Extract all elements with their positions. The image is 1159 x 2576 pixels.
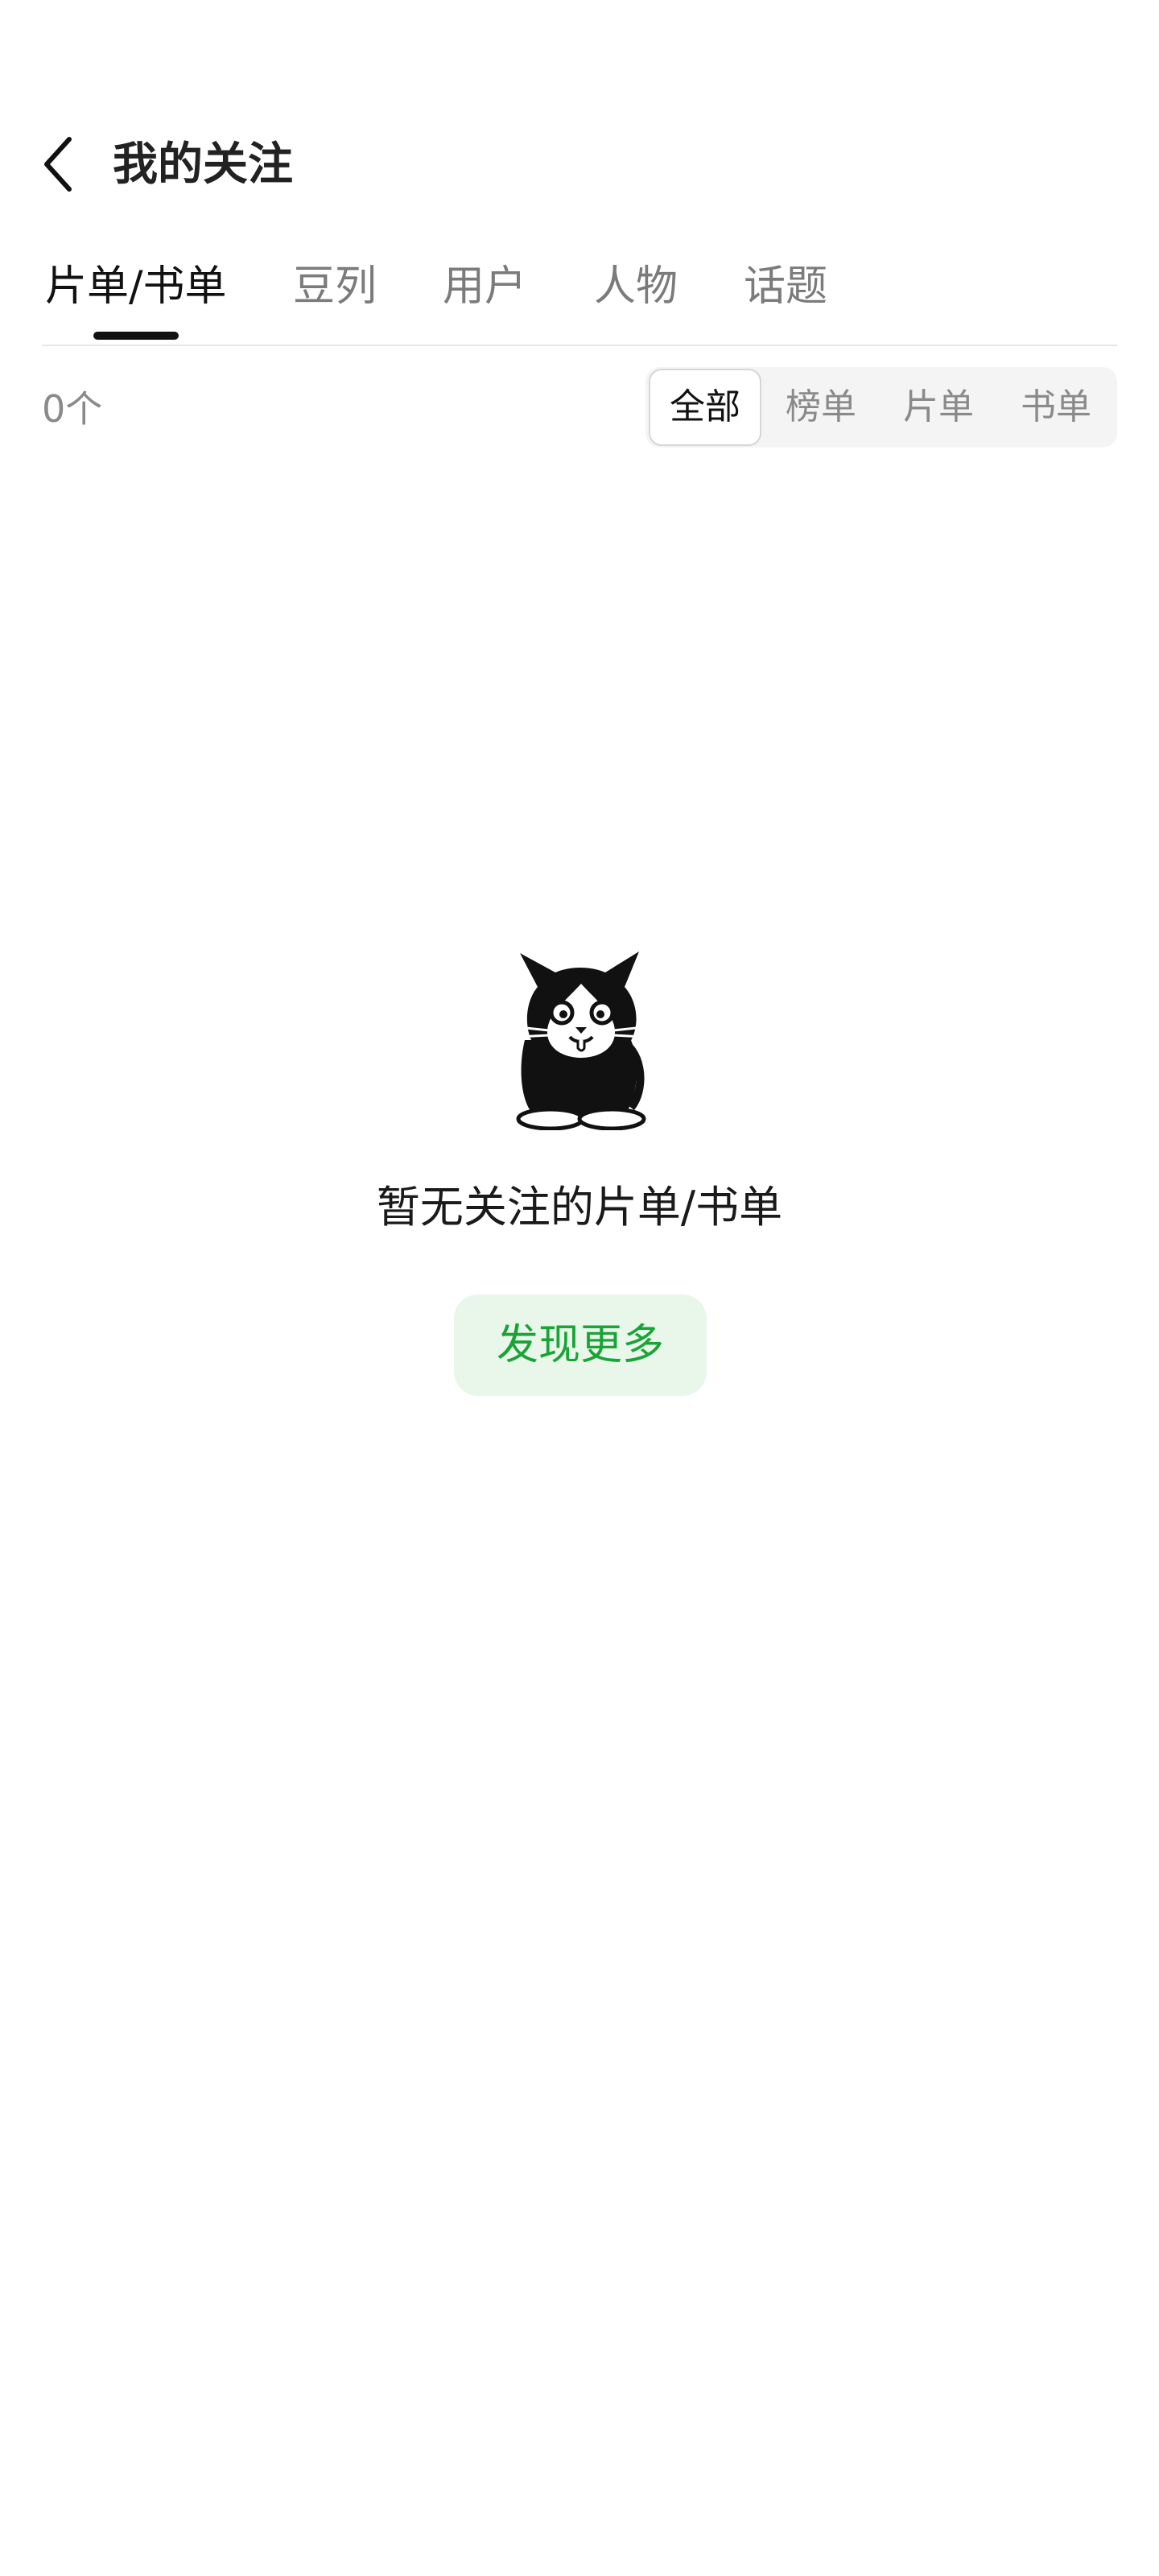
- active-tab-indicator: [93, 332, 179, 340]
- empty-state-message: 暂无关注的片单/书单: [376, 1182, 783, 1232]
- item-count: 0个: [42, 387, 103, 431]
- chevron-left-icon: [44, 137, 72, 192]
- top-bar: 我的关注: [0, 113, 1159, 217]
- cat-mascot-icon: [516, 952, 646, 1130]
- filter-rankings[interactable]: 榜单: [765, 367, 877, 448]
- tab-topics[interactable]: 话题: [744, 258, 827, 316]
- tab-people[interactable]: 人物: [594, 258, 678, 316]
- tab-doulists[interactable]: 豆列: [293, 258, 377, 316]
- discover-more-button[interactable]: 发现更多: [454, 1294, 707, 1396]
- back-button[interactable]: [29, 130, 87, 198]
- page-title: 我的关注: [113, 138, 293, 191]
- filter-movie-lists[interactable]: 片单: [882, 367, 995, 448]
- filter-all[interactable]: 全部: [649, 369, 761, 446]
- tab-users[interactable]: 用户: [443, 258, 526, 316]
- filter-segmented-control: 全部 榜单 片单 书单: [645, 367, 1117, 448]
- tab-bar: 片单/书单 豆列 用户 人物 话题: [42, 242, 1117, 346]
- filter-book-lists[interactable]: 书单: [1000, 367, 1112, 448]
- tab-lists-booklists[interactable]: 片单/书单: [45, 258, 227, 316]
